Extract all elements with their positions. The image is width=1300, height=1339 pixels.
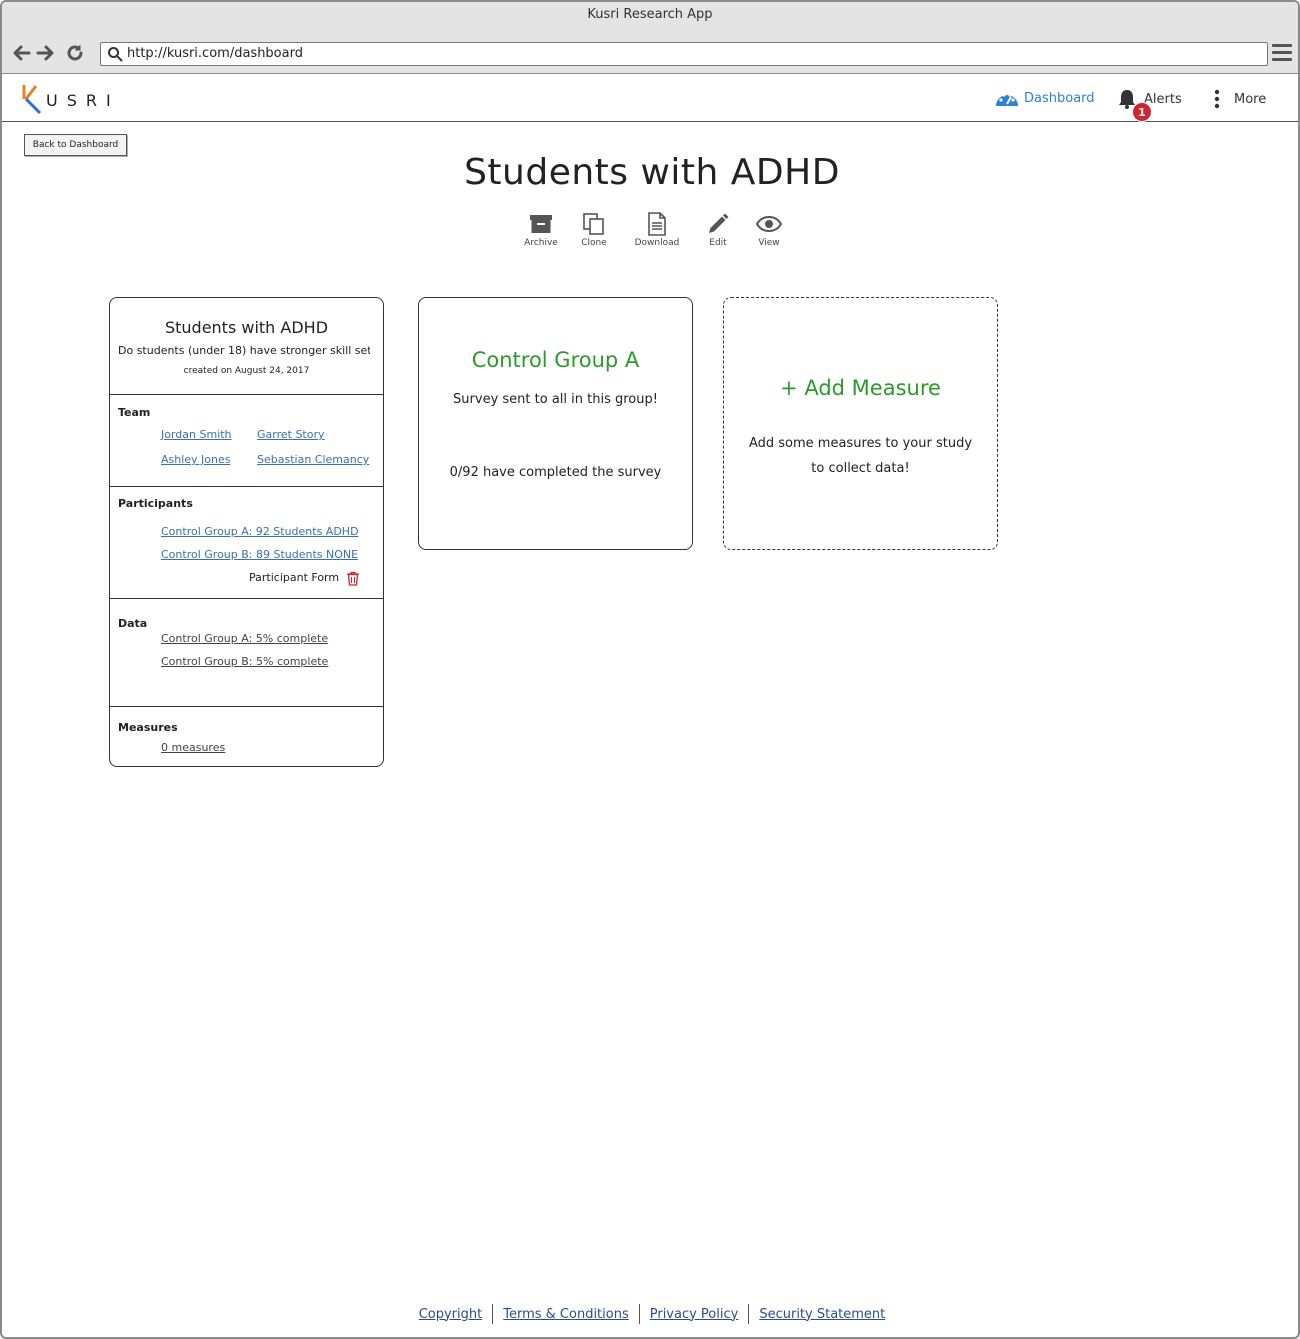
footer-terms-link[interactable]: Terms & Conditions — [493, 1307, 639, 1322]
nav-alerts[interactable]: 1 Alerts — [1116, 88, 1182, 122]
nav-alerts-label: Alerts — [1144, 91, 1182, 107]
clone-icon — [583, 213, 604, 235]
nav-dashboard[interactable]: Dashboard — [994, 88, 1095, 108]
participant-group-link[interactable]: Control Group B: 89 Students NONE — [161, 548, 358, 561]
alerts-count-badge: 1 — [1132, 102, 1152, 122]
app-header: USRI Dashboard 1 Alerts More — [2, 74, 1298, 122]
study-created-date: created on August 24, 2017 — [183, 366, 310, 376]
measures-link[interactable]: 0 measures — [161, 741, 225, 754]
footer: Copyright Terms & Conditions Privacy Pol… — [2, 1303, 1298, 1325]
edit-button[interactable]: Edit — [704, 212, 732, 248]
trash-icon[interactable] — [346, 571, 360, 586]
divider — [110, 486, 383, 487]
divider — [110, 394, 383, 395]
view-label: View — [758, 238, 780, 248]
search-icon — [108, 47, 123, 62]
logo-mark-icon — [22, 85, 42, 115]
team-member-link[interactable]: Ashley Jones — [161, 453, 231, 466]
view-button[interactable]: View — [754, 212, 784, 248]
page-title: Students with ADHD — [464, 152, 840, 193]
participant-form-link[interactable]: Participant Form — [249, 571, 339, 584]
add-measure-hint: Add some measures to your study — [748, 436, 973, 451]
group-title: Control Group A — [471, 348, 640, 372]
add-measure-card[interactable]: + Add Measure Add some measures to your … — [723, 297, 998, 550]
team-member-link[interactable]: Garret Story — [257, 428, 325, 441]
edit-label: Edit — [709, 238, 727, 248]
speedometer-icon — [996, 93, 1018, 106]
download-button[interactable]: Download — [632, 212, 682, 248]
participants-label: Participants — [118, 497, 193, 510]
data-progress-link[interactable]: Control Group A: 5% complete — [161, 632, 328, 645]
add-measure-hint: to collect data! — [811, 461, 910, 476]
study-summary-card: Students with ADHD Do students (under 18… — [109, 297, 384, 767]
reload-icon[interactable] — [64, 42, 86, 64]
address-bar[interactable]: http://kusri.com/dashboard — [100, 42, 1268, 66]
control-group-card[interactable]: Control Group A Survey sent to all in th… — [418, 297, 693, 550]
nav-dashboard-label: Dashboard — [1024, 90, 1095, 106]
measures-label: Measures — [118, 721, 178, 734]
arrow-left-icon[interactable] — [10, 42, 32, 64]
footer-privacy-link[interactable]: Privacy Policy — [640, 1307, 749, 1322]
eye-icon — [756, 215, 782, 233]
vertical-dots-icon — [1214, 89, 1220, 109]
logo-text: USRI — [46, 91, 120, 110]
clone-button[interactable]: Clone — [578, 212, 610, 248]
group-status: Survey sent to all in this group! — [453, 392, 658, 407]
document-icon — [648, 212, 666, 236]
group-completion: 0/92 have completed the survey — [449, 465, 662, 480]
browser-toolbar: http://kusri.com/dashboard — [2, 32, 1298, 74]
archive-button[interactable]: Archive — [522, 212, 560, 248]
hamburger-icon[interactable] — [1272, 44, 1292, 62]
pencil-icon — [709, 213, 729, 233]
team-member-link[interactable]: Jordan Smith — [161, 428, 232, 441]
footer-copyright-link[interactable]: Copyright — [409, 1307, 493, 1322]
data-label: Data — [118, 617, 148, 630]
browser-window: Kusri Research App http://kusri.com/dash… — [0, 0, 1300, 1339]
arrow-right-icon[interactable] — [35, 42, 57, 64]
nav-more[interactable]: More — [1212, 88, 1266, 110]
window-title: Kusri Research App — [2, 2, 1298, 32]
footer-security-link[interactable]: Security Statement — [749, 1307, 895, 1322]
team-member-link[interactable]: Sebastian Clemancy — [257, 453, 369, 466]
study-title: Students with ADHD — [164, 318, 329, 337]
download-label: Download — [634, 238, 680, 248]
kusri-logo[interactable]: USRI — [20, 82, 130, 116]
divider — [110, 706, 383, 707]
study-description: Do students (under 18) have stronger ski… — [118, 344, 370, 357]
team-label: Team — [118, 406, 151, 419]
add-measure-title: + Add Measure — [780, 376, 941, 400]
clone-label: Clone — [581, 238, 607, 248]
participant-group-link[interactable]: Control Group A: 92 Students ADHD — [161, 525, 359, 538]
archive-label: Archive — [524, 238, 558, 248]
divider — [110, 598, 383, 599]
url-text: http://kusri.com/dashboard — [127, 46, 303, 61]
archive-icon — [530, 215, 552, 233]
nav-more-label: More — [1234, 91, 1267, 107]
data-progress-link[interactable]: Control Group B: 5% complete — [161, 655, 328, 668]
